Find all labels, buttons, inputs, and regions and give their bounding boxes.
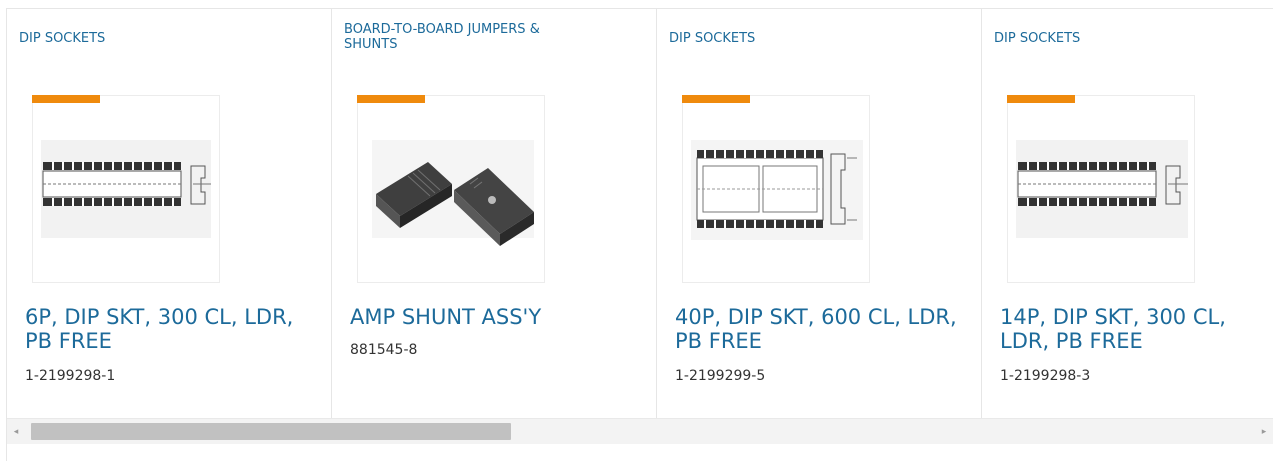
product-card[interactable]: DIP SOCKETS <box>982 9 1273 418</box>
product-carousel: DIP SOCKETS 6P, DIP SKT, 300 CL, LDR, PB… <box>6 8 1273 461</box>
product-image[interactable] <box>682 95 870 283</box>
dip-socket-wide-drawing-icon <box>691 140 863 240</box>
product-title-link[interactable]: 40P, DIP SKT, 600 CL, LDR, PB FREE <box>675 305 975 353</box>
dip-socket-drawing-icon <box>1016 140 1188 238</box>
product-title-link[interactable]: AMP SHUNT ASS'Y <box>350 305 650 329</box>
category-link[interactable]: DIP SOCKETS <box>669 31 929 46</box>
part-number: 1-2199298-3 <box>1000 368 1091 384</box>
part-number: 1-2199299-5 <box>675 368 766 384</box>
product-image[interactable] <box>357 95 545 283</box>
category-link[interactable]: BOARD-TO-BOARD JUMPERS & SHUNTS <box>344 22 594 52</box>
part-number: 1-2199298-1 <box>25 368 116 384</box>
product-card[interactable]: DIP SOCKETS <box>657 9 982 418</box>
shunt-photo-icon <box>372 140 534 246</box>
scroll-right-arrow-icon[interactable]: ▸ <box>1259 426 1269 438</box>
horizontal-scrollbar[interactable]: ◂ ▸ <box>7 418 1273 444</box>
product-title-link[interactable]: 14P, DIP SKT, 300 CL, LDR, PB FREE <box>1000 305 1270 353</box>
scroll-left-arrow-icon[interactable]: ◂ <box>11 426 21 438</box>
product-card[interactable]: DIP SOCKETS <box>7 9 332 418</box>
product-image[interactable] <box>32 95 220 283</box>
product-cards: DIP SOCKETS 6P, DIP SKT, 300 CL, LDR, PB… <box>7 9 1273 418</box>
category-link[interactable]: DIP SOCKETS <box>994 31 1254 46</box>
product-title-link[interactable]: 6P, DIP SKT, 300 CL, LDR, PB FREE <box>25 305 325 353</box>
product-image[interactable] <box>1007 95 1195 283</box>
category-link[interactable]: DIP SOCKETS <box>19 31 279 46</box>
product-card[interactable]: BOARD-TO-BOARD JUMPERS & SHUNTS AMP SHUN… <box>332 9 657 418</box>
scrollbar-thumb[interactable] <box>31 423 511 440</box>
part-number: 881545-8 <box>350 342 418 358</box>
dip-socket-drawing-icon <box>41 140 211 238</box>
